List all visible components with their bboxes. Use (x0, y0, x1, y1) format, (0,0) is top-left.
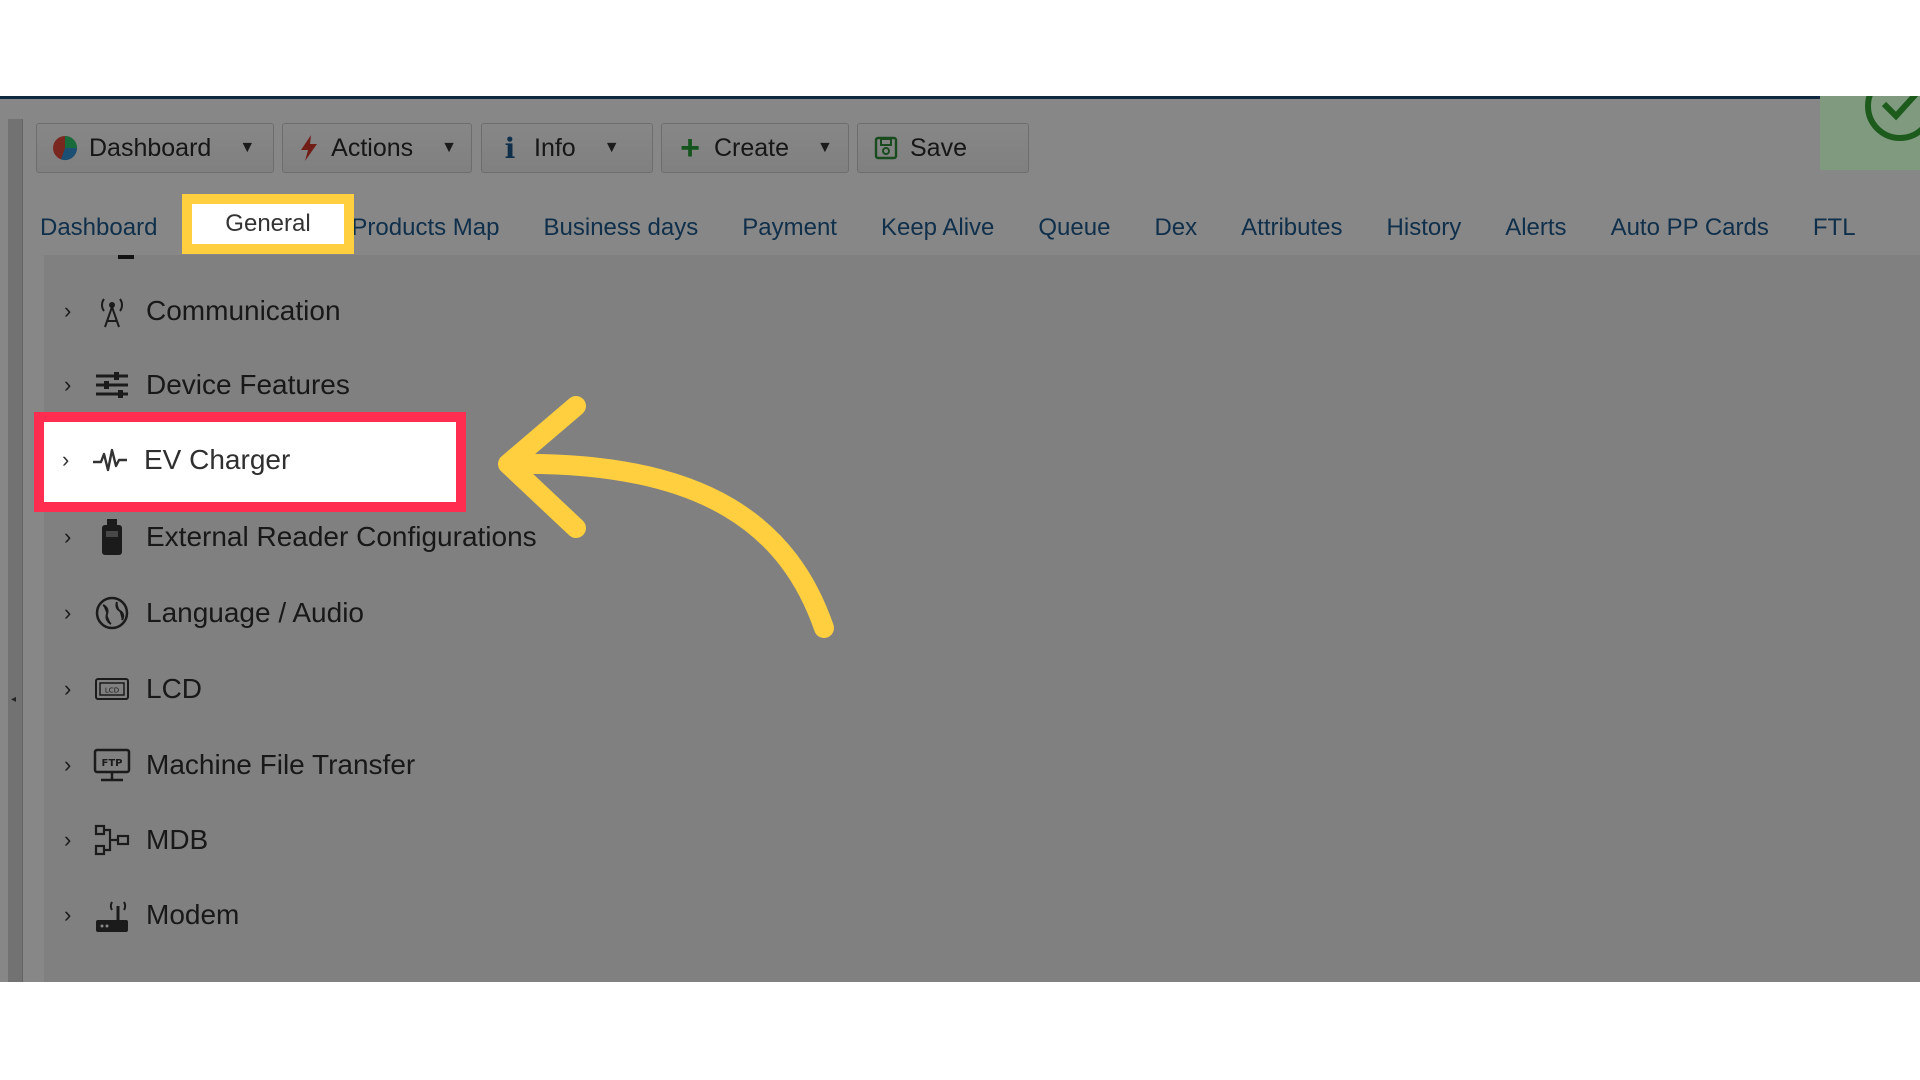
tree-item-label: EV Charger (144, 444, 291, 475)
tab-general-label: General (225, 210, 311, 237)
ev-charger-highlight[interactable]: › EV Charger (34, 412, 466, 512)
tab-general-highlighted[interactable]: General (182, 194, 354, 254)
pulse-icon (90, 440, 130, 480)
pointer-arrow-icon (498, 396, 834, 638)
tree-item-ev-charger[interactable]: › EV Charger (62, 436, 290, 484)
success-badge (1820, 96, 1920, 170)
chevron-right-icon[interactable]: › (62, 447, 90, 473)
